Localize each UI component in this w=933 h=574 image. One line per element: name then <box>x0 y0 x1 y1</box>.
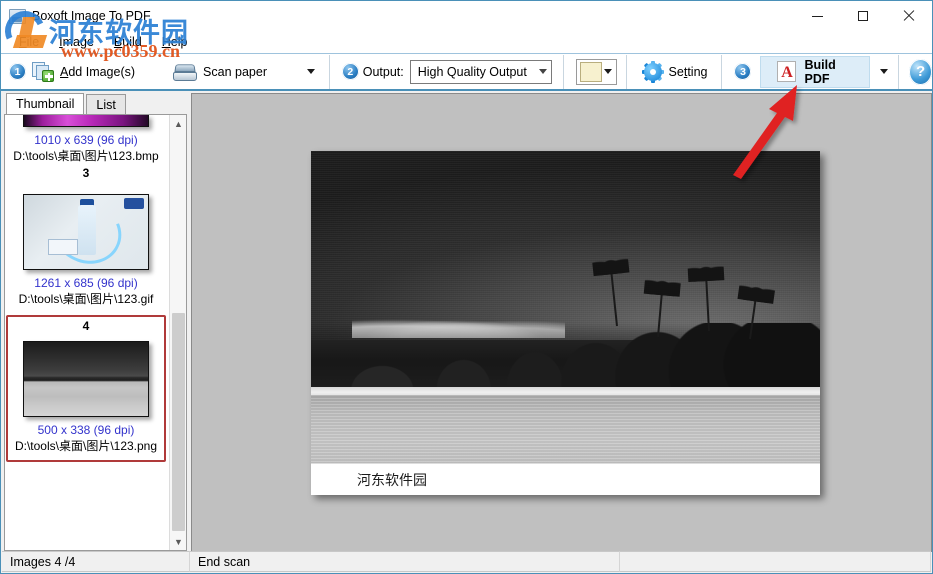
background-color-picker[interactable] <box>575 58 617 85</box>
panel-tabs: Thumbnail List <box>2 93 188 114</box>
thumbnail-image <box>23 115 149 127</box>
toolbar-divider <box>721 54 723 89</box>
list-item[interactable]: 1010 x 639 (96 dpi) D:\tools\桌面\图片\123.b… <box>5 115 167 190</box>
thumbnail-panel: Thumbnail List 1010 x 639 (96 dpi) D:\to… <box>2 93 188 552</box>
add-image-icon <box>32 61 54 82</box>
preview-treeline <box>311 323 820 392</box>
status-scan-state: End scan <box>190 551 620 572</box>
output-quality-value: High Quality Output <box>417 64 527 79</box>
scanner-icon <box>173 63 198 81</box>
scan-paper-button[interactable]: Scan paper <box>165 56 275 88</box>
thumbnail-scrollbar[interactable]: ▲ ▼ <box>169 115 186 550</box>
menu-bar: File Image Build Help <box>1 31 932 53</box>
thumbnail-scroll-content: 1010 x 639 (96 dpi) D:\tools\桌面\图片\123.b… <box>5 115 169 550</box>
toolbar-divider <box>328 54 330 89</box>
menu-item-file[interactable]: File <box>9 33 49 51</box>
step-3-badge: 3 <box>734 63 752 80</box>
thumbnail-image <box>23 341 149 417</box>
scrollbar-thumb[interactable] <box>172 313 185 531</box>
status-images-count: Images 4 /4 <box>2 551 190 572</box>
build-pdf-dropdown[interactable] <box>876 56 892 88</box>
output-quality-select[interactable]: High Quality Output <box>409 59 552 84</box>
help-button[interactable]: ? <box>909 58 932 85</box>
color-swatch <box>579 61 602 82</box>
thumbnail-path: D:\tools\桌面\图片\123.gif <box>18 292 154 306</box>
thumbnail-index: 4 <box>82 319 90 333</box>
chevron-down-icon <box>604 69 613 74</box>
image-preview-panel[interactable]: 素材图 www.nipic.com BY: zzm.god TOYCAMERA … <box>191 93 932 552</box>
status-extra <box>620 551 931 572</box>
thumbnail-dimensions: 500 x 338 (96 dpi) <box>37 423 135 437</box>
scan-paper-dropdown[interactable] <box>303 56 319 88</box>
maximize-button[interactable] <box>840 1 886 31</box>
chevron-down-icon <box>538 69 547 74</box>
minimize-icon <box>811 15 823 17</box>
window-controls <box>794 1 932 31</box>
window-title: Boxoft Image To PDF <box>32 9 151 23</box>
thumbnail-image <box>23 194 149 270</box>
close-icon <box>903 10 915 22</box>
toolbar-divider <box>562 54 564 89</box>
chevron-down-icon[interactable]: ▼ <box>170 533 186 550</box>
gear-icon <box>641 60 664 83</box>
app-image-icon <box>9 8 26 24</box>
menu-item-help[interactable]: Help <box>152 33 198 51</box>
preview-caption: 河东软件园 <box>357 472 427 489</box>
tab-thumbnail[interactable]: Thumbnail <box>6 93 85 114</box>
setting-label: Setting <box>668 64 708 79</box>
minimize-button[interactable] <box>794 1 840 31</box>
step-1-badge: 1 <box>9 63 26 80</box>
chevron-up-icon[interactable]: ▲ <box>170 115 186 132</box>
status-bar: Images 4 /4 End scan <box>2 551 931 572</box>
menu-item-image[interactable]: Image <box>49 33 104 51</box>
preview-page: 素材图 www.nipic.com BY: zzm.god TOYCAMERA … <box>311 151 820 495</box>
setting-button[interactable]: Setting <box>635 56 716 88</box>
title-bar: Boxoft Image To PDF <box>1 1 932 31</box>
output-label: Output: <box>362 64 404 79</box>
list-item[interactable]: 1261 x 685 (96 dpi) D:\tools\桌面\图片\123.g… <box>5 194 167 313</box>
close-button[interactable] <box>886 1 932 31</box>
chevron-down-icon <box>880 69 889 74</box>
toolbar-divider <box>898 54 900 89</box>
application-window: Boxoft Image To PDF File Image Build Hel… <box>0 0 933 574</box>
preview-sky <box>311 151 820 341</box>
toolbar-divider <box>625 54 627 89</box>
thumbnail-index: 3 <box>82 166 90 180</box>
add-images-button[interactable]: 1 Add Image(s) <box>1 56 143 88</box>
chevron-down-icon <box>306 69 315 74</box>
list-item-selected[interactable]: 4 500 x 338 (96 dpi) D:\tools\桌面\图片\123.… <box>6 315 166 462</box>
thumbnail-list: 1010 x 639 (96 dpi) D:\tools\桌面\图片\123.b… <box>4 114 187 551</box>
preview-caption-band: 河东软件园 <box>311 463 820 495</box>
add-images-label: Add Image(s) <box>60 64 136 79</box>
scan-paper-label: Scan paper <box>203 64 267 79</box>
tab-list[interactable]: List <box>86 94 126 114</box>
maximize-icon <box>858 11 868 21</box>
pdf-icon: A <box>777 61 797 82</box>
thumbnail-path: D:\tools\桌面\图片\123.bmp <box>13 149 159 163</box>
step-2-badge: 2 <box>341 63 359 80</box>
build-pdf-label: Build PDF <box>804 57 836 86</box>
main-toolbar: 1 Add Image(s) Scan paper 2 Output: High… <box>1 53 932 91</box>
thumbnail-path: D:\tools\桌面\图片\123.png <box>14 439 158 453</box>
thumbnail-dimensions: 1010 x 639 (96 dpi) <box>34 133 138 147</box>
menu-item-build[interactable]: Build <box>104 33 152 51</box>
thumbnail-dimensions: 1261 x 685 (96 dpi) <box>34 276 138 290</box>
build-pdf-button[interactable]: A Build PDF <box>760 55 871 88</box>
